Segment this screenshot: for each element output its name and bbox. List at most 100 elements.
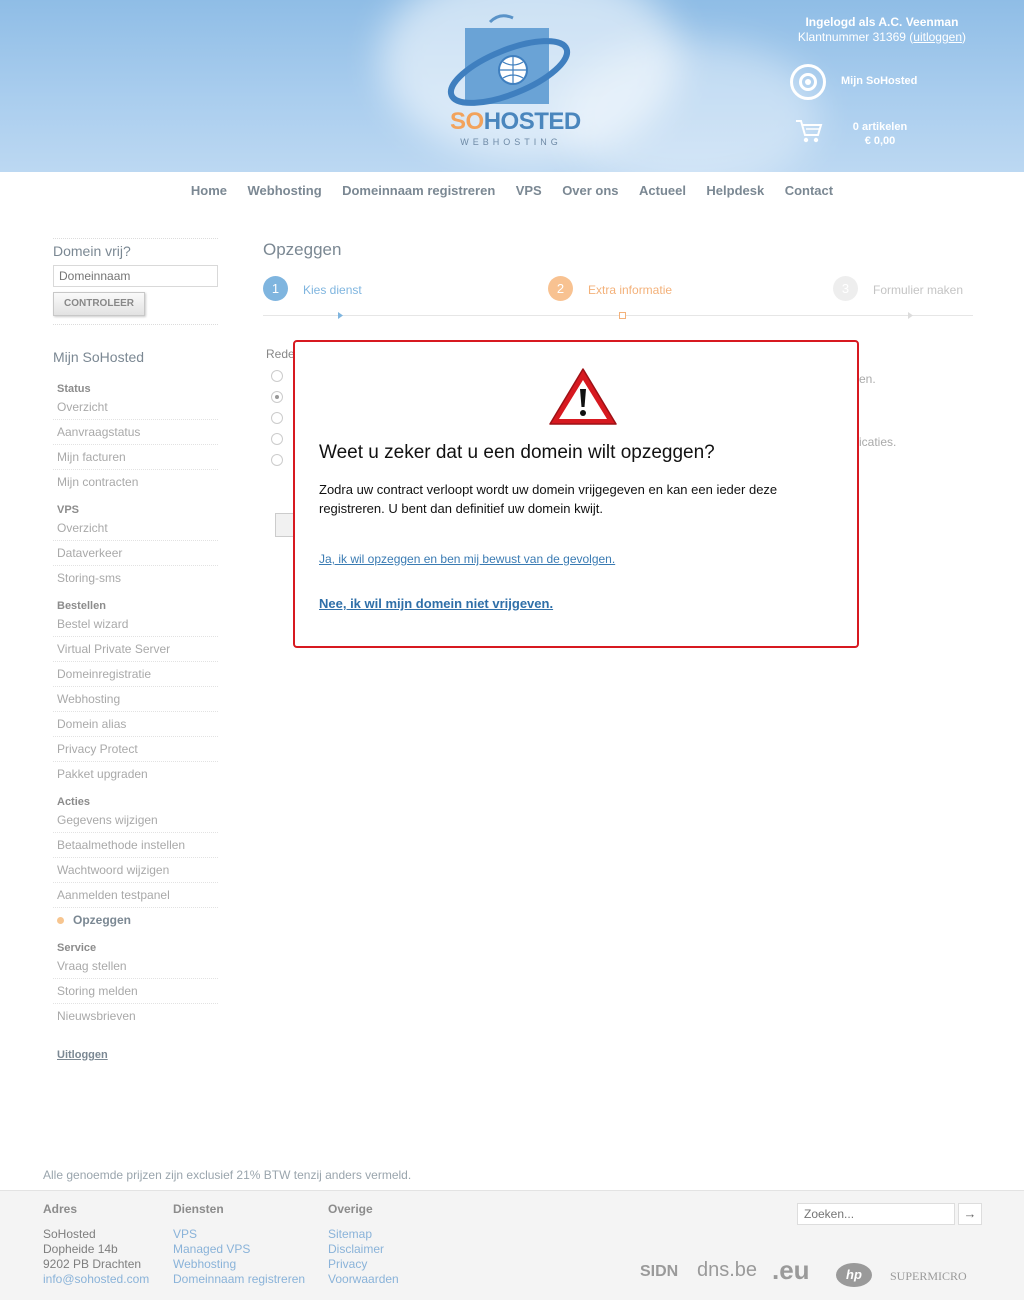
sidebar-item-overzicht[interactable]: Overzicht xyxy=(53,395,218,420)
nav-webhosting[interactable]: Webhosting xyxy=(248,172,322,210)
footer-link-sitemap[interactable]: Sitemap xyxy=(328,1227,399,1242)
footer-address: Adres SoHosted Dopheide 14b 9202 PB Drac… xyxy=(43,1202,149,1287)
my-sohosted-title: Mijn SoHosted xyxy=(53,349,145,365)
cart-link[interactable]: 0 artikelen € 0,00 xyxy=(795,118,945,154)
sidebar-item-aanvraagstatus[interactable]: Aanvraagstatus xyxy=(53,420,218,445)
step-1-label: Kies dienst xyxy=(303,283,362,297)
step-2-number: 2 xyxy=(548,276,573,301)
nav-home[interactable]: Home xyxy=(191,172,227,210)
customer-number-line: Klantnummer 31369 (uitloggen) xyxy=(798,30,966,45)
check-domain-button[interactable]: CONTROLEER xyxy=(53,292,145,316)
sidebar-item-aanmelden-testpanel[interactable]: Aanmelden testpanel xyxy=(53,883,218,908)
nav-helpdesk[interactable]: Helpdesk xyxy=(706,172,764,210)
divider xyxy=(53,324,218,325)
sidebar-item-dataverkeer[interactable]: Dataverkeer xyxy=(53,541,218,566)
sidebar-item-virtual-private-server[interactable]: Virtual Private Server xyxy=(53,637,218,662)
steps-line xyxy=(263,315,973,316)
sidebar-item-opzeggen[interactable]: Opzeggen xyxy=(53,908,218,933)
sidebar-item-mijn-facturen[interactable]: Mijn facturen xyxy=(53,445,218,470)
search-input[interactable] xyxy=(797,1203,955,1225)
sidebar-item-webhosting[interactable]: Webhosting xyxy=(53,687,218,712)
main-content: Opzeggen 1 Kies dienst 2 Extra informati… xyxy=(263,240,973,326)
domain-check-title: Domein vrij? xyxy=(53,243,131,259)
domain-input[interactable] xyxy=(53,265,218,287)
sidebar-item-vps-overzicht[interactable]: Overzicht xyxy=(53,516,218,541)
footer-email-link[interactable]: info@sohosted.com xyxy=(43,1272,149,1287)
step-3-number: 3 xyxy=(833,276,858,301)
step-1-number: 1 xyxy=(263,276,288,301)
arrow-right-icon: → xyxy=(963,1206,977,1221)
keep-domain-link[interactable]: Nee, ik wil mijn domein niet vrijgeven. xyxy=(319,596,553,611)
sidebar-item-bestel-wizard[interactable]: Bestel wizard xyxy=(53,612,218,637)
footer-other: Overige Sitemap Disclaimer Privacy Voorw… xyxy=(328,1202,399,1287)
reason-radio-2[interactable] xyxy=(271,391,283,403)
sidebar-item-betaalmethode-instellen[interactable]: Betaalmethode instellen xyxy=(53,833,218,858)
footer-address-line: Dopheide 14b xyxy=(43,1242,118,1256)
footer-link-privacy[interactable]: Privacy xyxy=(328,1257,399,1272)
user-info: Ingelogd als A.C. Veenman Klantnummer 31… xyxy=(798,15,966,45)
reason-text-4-tail: icaties. xyxy=(859,435,897,449)
section-vps: VPS xyxy=(57,504,80,516)
sidebar-item-storing-melden[interactable]: Storing melden xyxy=(53,979,218,1004)
sidebar-item-privacy-protect[interactable]: Privacy Protect xyxy=(53,737,218,762)
partner-logo-sidn: SIDN xyxy=(640,1263,679,1280)
my-sohosted-label: Mijn SoHosted xyxy=(841,75,918,87)
section-status: Status xyxy=(57,383,91,395)
step-1-marker-icon xyxy=(338,312,343,319)
sidebar-item-mijn-contracten[interactable]: Mijn contracten xyxy=(53,470,218,495)
footer-services-title: Diensten xyxy=(173,1202,224,1216)
sidebar-item-storing-sms[interactable]: Storing-sms xyxy=(53,566,218,591)
search-button[interactable]: → xyxy=(958,1203,982,1225)
sidebar-item-domeinregistratie[interactable]: Domeinregistratie xyxy=(53,662,218,687)
footer-link-voorwaarden[interactable]: Voorwaarden xyxy=(328,1272,399,1287)
confirm-dialog: Weet u zeker dat u een domein wilt opzeg… xyxy=(293,340,859,648)
reason-label: Rede xyxy=(266,347,295,361)
reason-radio-1[interactable] xyxy=(271,370,283,382)
cart-summary: 0 artikelen € 0,00 xyxy=(840,120,920,148)
nav-contact[interactable]: Contact xyxy=(785,172,833,210)
sidebar-item-nieuwsbrieven[interactable]: Nieuwsbrieven xyxy=(53,1004,218,1029)
nav-actueel[interactable]: Actueel xyxy=(639,172,686,210)
footer-link-webhosting[interactable]: Webhosting xyxy=(173,1257,305,1272)
sidebar-logout-link[interactable]: Uitloggen xyxy=(53,1049,218,1061)
footer-link-managed-vps[interactable]: Managed VPS xyxy=(173,1242,305,1257)
logout-link[interactable]: uitloggen xyxy=(913,30,962,44)
step-2-marker-icon xyxy=(619,312,626,319)
footer-other-title: Overige xyxy=(328,1202,373,1216)
logo-hosted: HOSTED xyxy=(483,108,582,135)
sidebar-item-pakket-upgraden[interactable]: Pakket upgraden xyxy=(53,762,218,787)
my-sohosted-link[interactable]: Mijn SoHosted xyxy=(790,64,940,100)
sidebar: Domein vrij? CONTROLEER Mijn SoHosted St… xyxy=(53,238,218,1061)
footer-link-vps[interactable]: VPS xyxy=(173,1227,305,1242)
cart-total: € 0,00 xyxy=(864,135,896,147)
logged-in-label: Ingelogd als A.C. Veenman xyxy=(805,15,959,29)
step-3-marker-icon xyxy=(908,312,913,319)
reason-radio-3[interactable] xyxy=(271,412,283,424)
reason-radio-4[interactable] xyxy=(271,433,283,445)
footer-address-line: 9202 PB Drachten xyxy=(43,1257,142,1271)
partner-logo-hp: hp xyxy=(836,1263,872,1287)
partner-logo-supermicro: SUPERMICRO xyxy=(890,1269,967,1283)
header: SOHOSTED WEBHOSTING Ingelogd als A.C. Ve… xyxy=(0,0,1024,172)
confirm-cancel-link[interactable]: Ja, ik wil opzeggen en ben mij bewust va… xyxy=(319,552,615,566)
main-nav: Home Webhosting Domeinnaam registreren V… xyxy=(0,172,1024,210)
nav-domeinnaam-registreren[interactable]: Domeinnaam registreren xyxy=(342,172,495,210)
step-3-label: Formulier maken xyxy=(873,283,964,297)
partner-logo-dnsbe: dns.be xyxy=(697,1259,758,1281)
logo-so: SO xyxy=(450,108,484,135)
nav-vps[interactable]: VPS xyxy=(516,172,542,210)
footer-address-title: Adres xyxy=(43,1202,78,1216)
sidebar-item-domein-alias[interactable]: Domein alias xyxy=(53,712,218,737)
logo-wordmark[interactable]: SOHOSTED xyxy=(450,108,581,136)
section-acties: Acties xyxy=(57,796,91,808)
sidebar-item-vraag-stellen[interactable]: Vraag stellen xyxy=(53,954,218,979)
logo-tagline: WEBHOSTING xyxy=(460,137,562,147)
nav-over-ons[interactable]: Over ons xyxy=(562,172,618,210)
sidebar-item-wachtwoord-wijzigen[interactable]: Wachtwoord wijzigen xyxy=(53,858,218,883)
footer-link-domeinnaam[interactable]: Domeinnaam registreren xyxy=(173,1272,305,1287)
reason-radio-5[interactable] xyxy=(271,454,283,466)
footer-link-disclaimer[interactable]: Disclaimer xyxy=(328,1242,399,1257)
target-icon xyxy=(790,64,826,100)
dialog-title: Weet u zeker dat u een domein wilt opzeg… xyxy=(319,442,715,463)
sidebar-item-gegevens-wijzigen[interactable]: Gegevens wijzigen xyxy=(53,808,218,833)
